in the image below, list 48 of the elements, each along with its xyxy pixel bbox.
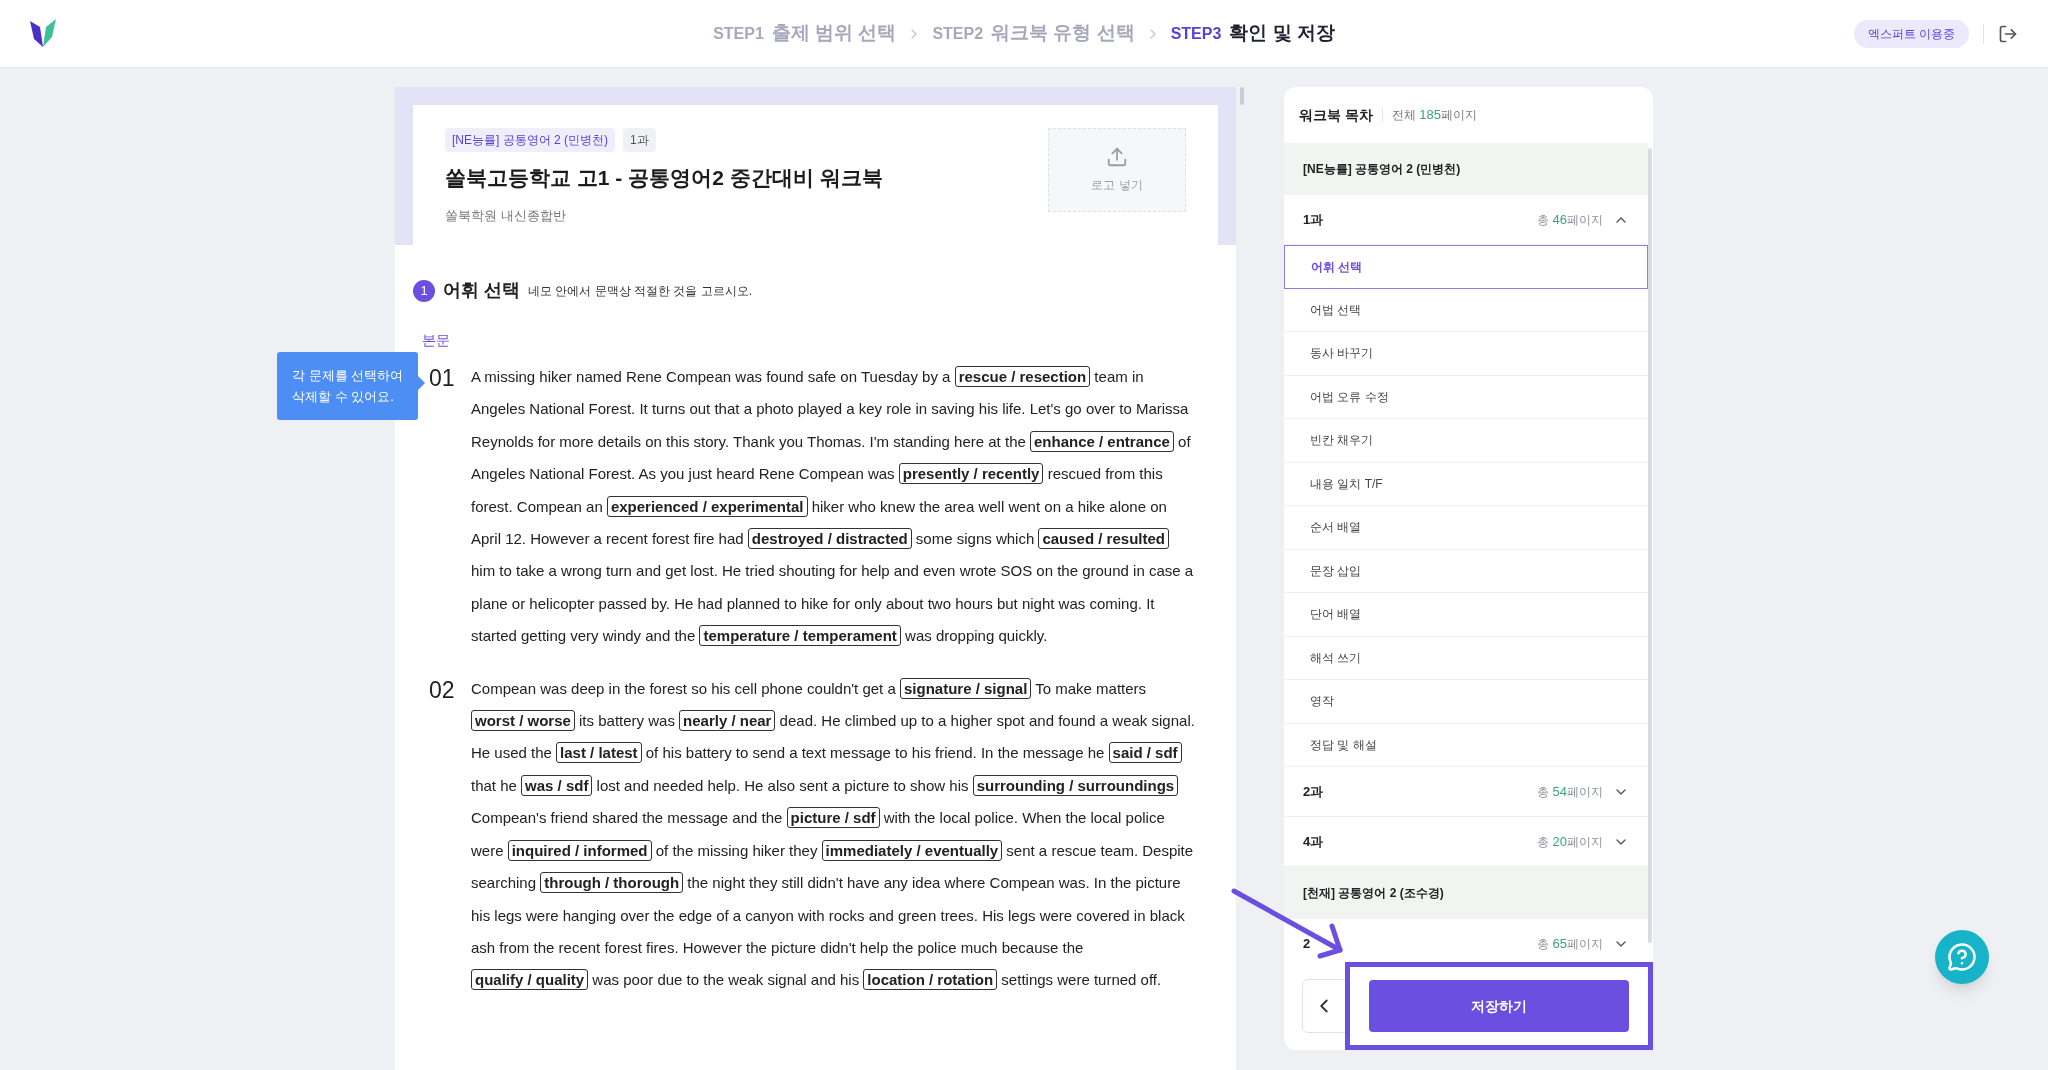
word-choice: immediately / eventually <box>821 839 1003 861</box>
section-number: 1 <box>413 279 435 302</box>
book-header: [천재] 공통영어 2 (조수경) <box>1284 867 1648 919</box>
word-choice: surrounding / surroundings <box>972 774 1179 796</box>
workbook-subtitle: 쏠북학원 내신종합반 <box>445 206 567 225</box>
tag-label: 1과 <box>623 128 656 152</box>
word-choice: experienced / experimental <box>606 495 808 517</box>
word-choice: said / sdf <box>1108 742 1182 764</box>
passage-label: 본문 <box>422 331 450 350</box>
word-choice: presently / recently <box>898 463 1044 485</box>
back-button[interactable] <box>1302 979 1346 1033</box>
word-choice: signature / signal <box>899 677 1032 699</box>
word-choice: last / latest <box>556 742 642 764</box>
passage-text[interactable]: Compean was deep in the forest so his cell phone couldn't get a signature / signal To make matters worst / worse its battery was nearly / near dead. He climbed up to a higher spot and found a weak signal. He used the last / latest of his battery to send a text message to his friend. In the message he said / sdf that he was / sdf lost and needed help. He also sent a picture to show his surrounding / surroundings Compean's friend shared the message and the picture / sdf with the local police. When the local police were inquired / informed of the missing hiker they immediately / eventually sent a rescue team. Despite searching through / thorough the night they still didn't have any idea where Compean was. In the picture his legs were hanging over the edge of a canyon with rocks and green trees. His legs were covered in black ash from the recent forest fires. However the picture didn't help the police much because the qualify / quality was poor due to the weak signal and his location / rotation settings were turned off. <box>471 672 1195 997</box>
word-choice: worst / worse <box>471 710 575 732</box>
toc-title: 워크북 목차 <box>1299 105 1373 125</box>
tooltip-pointer <box>418 376 425 390</box>
question-number[interactable]: 02 <box>429 672 459 997</box>
logout-icon[interactable] <box>1998 23 2018 44</box>
plan-badge: 엑스퍼트 이용중 <box>1853 19 1969 48</box>
upload-icon <box>1106 146 1128 168</box>
word-choice: nearly / near <box>679 710 776 732</box>
workbook-title: 쏠북고등학교 고1 - 공통영어2 중간대비 워크북 <box>445 165 883 191</box>
book-header: [NE능률] 공통영어 2 (민병천) <box>1284 143 1648 195</box>
word-choice: inquired / informed <box>507 839 652 861</box>
word-choice: picture / sdf <box>786 807 880 829</box>
toc-item[interactable]: 어휘 선택 <box>1284 245 1648 289</box>
word-choice: qualify / quality <box>471 969 589 991</box>
word-choice: was / sdf <box>521 774 593 796</box>
word-choice: through / thorough <box>540 872 684 894</box>
section-instruction: 네모 안에서 문맥상 적절한 것을 고르시오. <box>528 282 753 300</box>
passage-text[interactable]: A missing hiker named Rene Compean was found safe on Tuesday by a rescue / resection team in Angeles National Forest. It turns out that a photo played a key role in saving his life. Let's go over to Marissa Reynolds for more details on this story. Thank you Thomas. I'm standing here at the enhance / entrance of Angeles National Forest. As you just heard Rene Compean was presently / recently rescued from this forest. Compean an experienced / experimental hiker who knew the area well went on a hike alone on April 12. However a recent forest fire had destroyed / distracted some signs which caused / resulted him to take a wrong turn and get lost. He tried shouting for help and even wrote SOS on the ground in case a plane or helicopter passed by. He had planned to hike for only about two hours but night was coming. It started getting very windy and the temperature / temperament was dropping quickly. <box>471 361 1195 653</box>
step-tab[interactable]: STEP3 확인 및 저장 <box>1170 19 1335 48</box>
question-number[interactable]: 01 <box>429 361 459 653</box>
help-icon <box>1947 942 1977 972</box>
tag-label: [NE능률] 공통영어 2 (민병천) <box>445 128 615 152</box>
section-title: 어휘 선택 <box>443 279 520 302</box>
word-choice: location / rotation <box>863 969 998 991</box>
total-pages: 전체 185페이지 <box>1391 106 1477 125</box>
word-choice: temperature / temperament <box>699 625 901 647</box>
logo-icon[interactable] <box>30 18 56 49</box>
tooltip: 각 문제를 선택하여 삭제할 수 있어요. <box>277 352 418 420</box>
word-choice: destroyed / distracted <box>747 528 912 550</box>
save-button[interactable]: 저장하기 <box>1369 980 1629 1032</box>
word-choice: enhance / entrance <box>1030 430 1174 452</box>
word-choice: caused / resulted <box>1038 528 1169 550</box>
document-scrollbar[interactable] <box>1240 87 1244 105</box>
word-choice: rescue / resection <box>954 366 1091 387</box>
